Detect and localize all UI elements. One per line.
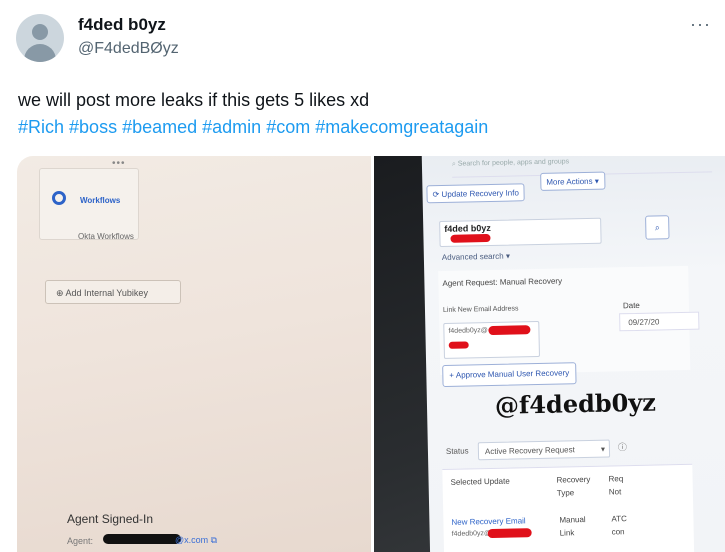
date-label: Date bbox=[622, 300, 640, 311]
update-recovery-button: ⟳ Update Recovery Info bbox=[426, 183, 526, 204]
watermark-text: @f4dedb0yz bbox=[494, 387, 657, 420]
redaction-mark bbox=[488, 325, 531, 336]
agent-signed-in-label: Agent Signed-In bbox=[67, 512, 154, 526]
workflows-subtitle: Okta Workflows bbox=[78, 232, 134, 241]
date-field: 09/27/20 bbox=[619, 311, 700, 332]
table-cell: Manual Link bbox=[559, 515, 586, 538]
advanced-search-link: Advanced search ▾ bbox=[441, 251, 511, 262]
redaction-mark bbox=[103, 534, 181, 544]
agent-email: @x.com ⧉ bbox=[175, 535, 218, 545]
more-actions-label: More Actions bbox=[546, 176, 593, 187]
new-recovery-email-link: New Recovery Email bbox=[451, 516, 526, 527]
avatar-head-shape bbox=[32, 24, 48, 40]
media-photo-right[interactable]: ⌕ Search for people, apps and groups ⟳ U… bbox=[374, 156, 725, 552]
table-header: Req Not bbox=[608, 474, 624, 497]
workflows-card: Workflows Okta Workflows bbox=[39, 168, 139, 241]
status-label: Status bbox=[445, 446, 469, 456]
new-email-field: f4dedb0yz@ bbox=[443, 320, 540, 359]
search-icon: ⌕ bbox=[645, 215, 670, 240]
post-text: we will post more leaks if this gets 5 l… bbox=[18, 90, 370, 110]
search-placeholder: Search for people, apps and groups bbox=[457, 158, 570, 168]
info-icon: ⓘ bbox=[617, 442, 628, 453]
table-header: Recovery Type bbox=[556, 474, 591, 498]
post-media: ••• Workflows Okta Workflows ⊕ Add Inter… bbox=[17, 156, 725, 552]
more-actions-button: More Actions ▾ bbox=[540, 171, 605, 191]
hashtag-list: #Rich #boss #beamed #admin #com #makecomgreat… bbox=[18, 113, 493, 141]
recovery-table: Selected Update Recovery Type Req Not Ne… bbox=[442, 463, 695, 552]
hashtag-link[interactable]: #beamed bbox=[122, 117, 197, 137]
link-email-label: Link New Email Address bbox=[442, 305, 519, 314]
add-yubikey-label: Add Internal Yubikey bbox=[65, 288, 148, 298]
hashtag-link[interactable]: #admin bbox=[202, 117, 261, 137]
hashtag-link[interactable]: #makecomgreatagain bbox=[315, 117, 488, 137]
approve-recovery-button: + Approve Manual User Recovery bbox=[442, 362, 577, 388]
hashtag-link[interactable]: #boss bbox=[69, 117, 117, 137]
hashtag-link[interactable]: #com bbox=[266, 117, 310, 137]
status-select: Active Recovery Request ▾ bbox=[477, 439, 611, 461]
table-header: Selected Update bbox=[450, 476, 510, 487]
user-name: f4ded b0yz bbox=[444, 222, 491, 234]
agent-email-domain: @x.com bbox=[175, 535, 209, 545]
agent-request-label: Agent Request: Manual Recovery bbox=[442, 276, 563, 288]
display-name[interactable]: f4ded b0yz bbox=[78, 15, 166, 35]
workflows-title: Workflows bbox=[80, 196, 121, 205]
email-prefix: f4dedb0yz@ bbox=[448, 327, 488, 335]
avatar-body-shape bbox=[24, 44, 56, 62]
agent-label: Agent: bbox=[67, 536, 94, 546]
add-yubikey-button: ⊕ Add Internal Yubikey bbox=[45, 280, 181, 304]
status-value: Active Recovery Request bbox=[484, 445, 575, 457]
redaction-mark bbox=[448, 341, 469, 349]
table-cell: ATC con bbox=[611, 514, 627, 537]
phone-screen: ⌕ Search for people, apps and groups ⟳ U… bbox=[421, 156, 725, 552]
user-search-box: f4ded b0yz bbox=[439, 217, 602, 248]
media-photo-left[interactable]: ••• Workflows Okta Workflows ⊕ Add Inter… bbox=[17, 156, 371, 552]
approve-recovery-label: Approve Manual User Recovery bbox=[455, 368, 570, 380]
more-options-icon[interactable]: ··· bbox=[690, 14, 711, 35]
workflows-icon bbox=[52, 191, 66, 205]
avatar[interactable] bbox=[16, 14, 64, 62]
redaction-mark bbox=[487, 528, 532, 539]
update-recovery-label: Update Recovery Info bbox=[441, 188, 519, 199]
user-handle[interactable]: @F4dedBØyz bbox=[78, 40, 179, 58]
hashtag-link[interactable]: #Rich bbox=[18, 117, 64, 137]
row-email-prefix: f4dedb0yz@ bbox=[451, 530, 492, 538]
chevron-down-icon: ▾ bbox=[600, 444, 606, 454]
redaction-mark bbox=[450, 233, 491, 243]
